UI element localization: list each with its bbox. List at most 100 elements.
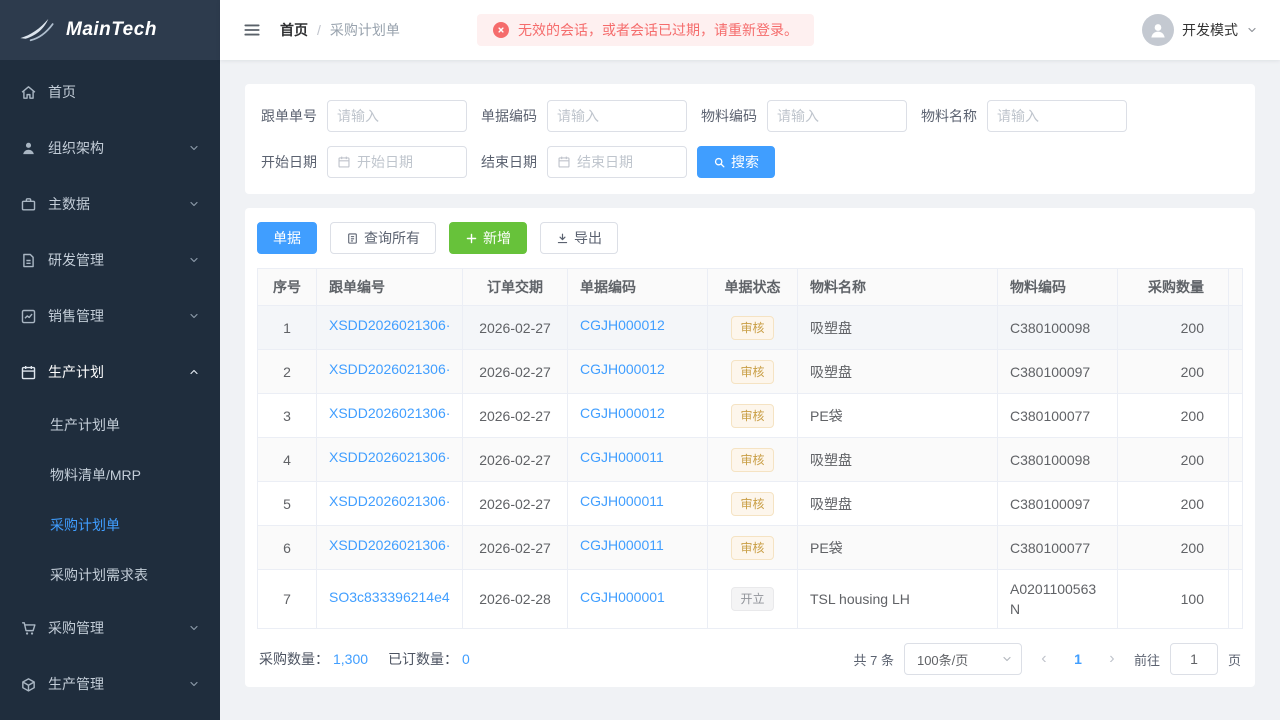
table-row[interactable]: 1 XSDD2026021306·· 2026-02-27 CGJH000012 审核吸… (257, 305, 1243, 350)
sidebar-subitem[interactable]: 采购计划需求表 (0, 550, 220, 600)
table-row[interactable]: 6 XSDD2026021306·· 2026-02-27 CGJH000011 审核 P… (257, 525, 1243, 570)
order-no-link[interactable]: XSDD2026021306·· (329, 315, 450, 335)
export-button[interactable]: 导出 (540, 222, 618, 254)
status-badge: 审核 (731, 403, 774, 428)
sidebar-item[interactable]: 研发管理 (0, 232, 220, 288)
input-field[interactable] (557, 108, 677, 124)
sidebar-item[interactable]: 首页 (0, 64, 220, 120)
sidebar-item-label: 研发管理 (48, 252, 104, 268)
add-button[interactable]: 新增 (449, 222, 527, 254)
table-row[interactable]: 2 XSDD2026021306·· 2026-02-27 CGJH000012 审核吸… (257, 349, 1243, 394)
table-row[interactable]: 5 XSDD2026021306·· 2026-02-27 CGJH000011 审核吸… (257, 481, 1243, 526)
prev-page-button[interactable]: ‹ (1032, 645, 1056, 673)
sidebar-item[interactable]: 生产计划 (0, 344, 220, 400)
material-name-cell: PE袋 (797, 393, 998, 438)
input-field[interactable] (337, 108, 457, 124)
qty-cell: 200 (1117, 481, 1229, 526)
breadcrumb-current: 采购计划单 (329, 22, 400, 38)
search-button-label: 搜索 (731, 154, 759, 170)
goto-page-input[interactable] (1169, 643, 1218, 675)
sidebar-subitem[interactable]: 物料清单/MRP (0, 450, 220, 500)
order-no-link[interactable]: XSDD2026021306·· (329, 535, 450, 555)
user-menu[interactable]: 开发模式 (1142, 14, 1258, 46)
doc-no-link[interactable]: CGJH000011 (580, 535, 664, 555)
material-code-cell: A0201100563N (997, 569, 1118, 629)
order-no-link[interactable]: XSDD2026021306·· (329, 491, 450, 511)
cart-icon (20, 620, 37, 637)
spacer-cell (1228, 393, 1243, 438)
content: 跟单单号单据编码物料编码物料名称开始日期结束日期搜索 单据查询所有新增导出 序号… (220, 60, 1280, 720)
next-page-button[interactable]: › (1100, 645, 1124, 673)
text-input[interactable] (767, 100, 907, 132)
doc-no-link[interactable]: CGJH000012 (580, 403, 665, 423)
doc-no-link[interactable]: CGJH000011 (580, 491, 664, 511)
menu-toggle-icon[interactable] (242, 20, 262, 40)
filter-label: 跟单单号 (261, 108, 317, 124)
page-size-select[interactable]: 100条/页 (903, 643, 1022, 675)
briefcase-icon (20, 196, 37, 213)
page-number-button[interactable]: 1 (1066, 645, 1090, 673)
sidebar-item-label: 销售管理 (48, 308, 104, 324)
search-icon (713, 156, 726, 169)
delivery-date-cell: 2026-02-27 (462, 481, 568, 526)
sidebar: MainTech 首页组织架构 主数据研发管理销售管理生产计划 生产计划单物料清单/… (0, 0, 220, 720)
status-cell: 审核 (707, 437, 798, 482)
seq-cell: 4 (257, 437, 317, 482)
input-field[interactable] (577, 154, 677, 170)
filter-field: 结束日期 (477, 146, 687, 178)
order-no-link[interactable]: XSDD2026021306·· (329, 447, 450, 467)
session-error-alert: 无效的会话，或者会话已过期，请重新登录。 (477, 14, 814, 46)
date-input[interactable] (547, 146, 687, 178)
input-field[interactable] (357, 154, 457, 170)
input-field[interactable] (777, 108, 897, 124)
sidebar-subitem-label: 物料清单/MRP (50, 467, 141, 483)
spacer-cell (1228, 305, 1243, 350)
document-button[interactable]: 单据 (257, 222, 317, 254)
status-badge: 开立 (731, 587, 774, 611)
doc-no-link[interactable]: CGJH000011 (580, 447, 664, 467)
pagination: 共 7 条 100条/页 ‹ 1 › 前往 页 (854, 643, 1241, 675)
doc-no-link[interactable]: CGJH000012 (580, 359, 665, 379)
status-badge: 审核 (731, 447, 774, 472)
sidebar-item[interactable]: 销售管理 (0, 288, 220, 344)
input-field[interactable] (997, 108, 1117, 124)
order-no-link[interactable]: SO3c833396214e40 (329, 587, 450, 607)
search-button[interactable]: 搜索 (697, 146, 775, 178)
text-input[interactable] (327, 100, 467, 132)
qty-cell: 200 (1117, 393, 1229, 438)
brand-logo[interactable]: MainTech (0, 0, 220, 60)
table-row[interactable]: 3 XSDD2026021306·· 2026-02-27 CGJH000012 审核 P… (257, 393, 1243, 438)
sidebar-item-label: 采购管理 (48, 620, 104, 636)
toolbar: 单据 查询所有 新增 导出 (257, 222, 1243, 254)
sidebar-item[interactable]: 生产管理 (0, 656, 220, 712)
chevron-down-icon (188, 366, 200, 378)
doc-no-link[interactable]: CGJH000001 (580, 587, 665, 607)
purchase-qty-value: 1,300 (333, 651, 369, 667)
order-no-link[interactable]: XSDD2026021306·· (329, 403, 450, 423)
query-all-button[interactable]: 查询所有 (330, 222, 436, 254)
sidebar-item[interactable]: 组织架构 (0, 120, 220, 176)
summary: 采购数量： 1,300 已订数量： 0 (259, 649, 490, 669)
table-row[interactable]: 4 XSDD2026021306·· 2026-02-27 CGJH000011 审核吸… (257, 437, 1243, 482)
sidebar-subitem[interactable]: 生产计划单 (0, 400, 220, 450)
sidebar-item[interactable]: 主数据 (0, 176, 220, 232)
filter-panel: 跟单单号 单据编码 物料编码 物料名称开始日期 结束日期 搜索 (245, 84, 1255, 194)
doc-no-cell: CGJH000011 (567, 437, 708, 482)
cube-icon (20, 676, 37, 693)
user-mode-label: 开发模式 (1182, 22, 1238, 38)
table-row[interactable]: 7 SO3c833396214e40 2026-02-28 CGJH000001 开立 T… (257, 569, 1243, 629)
status-cell: 审核 (707, 393, 798, 438)
filter-label: 单据编码 (481, 108, 537, 124)
sidebar-subitem[interactable]: 采购计划单 (0, 500, 220, 550)
breadcrumb-home[interactable]: 首页 (280, 20, 308, 40)
sidebar-subitem-label: 采购计划需求表 (50, 567, 148, 583)
date-input[interactable] (327, 146, 467, 178)
text-input[interactable] (987, 100, 1127, 132)
spacer-cell (1228, 437, 1243, 482)
sidebar-item[interactable]: 采购管理 (0, 600, 220, 656)
order-no-link[interactable]: XSDD2026021306·· (329, 359, 450, 379)
column-header: 订单交期 (462, 268, 568, 306)
text-input[interactable] (547, 100, 687, 132)
sidebar-item-label: 首页 (48, 84, 76, 100)
doc-no-link[interactable]: CGJH000012 (580, 315, 665, 335)
